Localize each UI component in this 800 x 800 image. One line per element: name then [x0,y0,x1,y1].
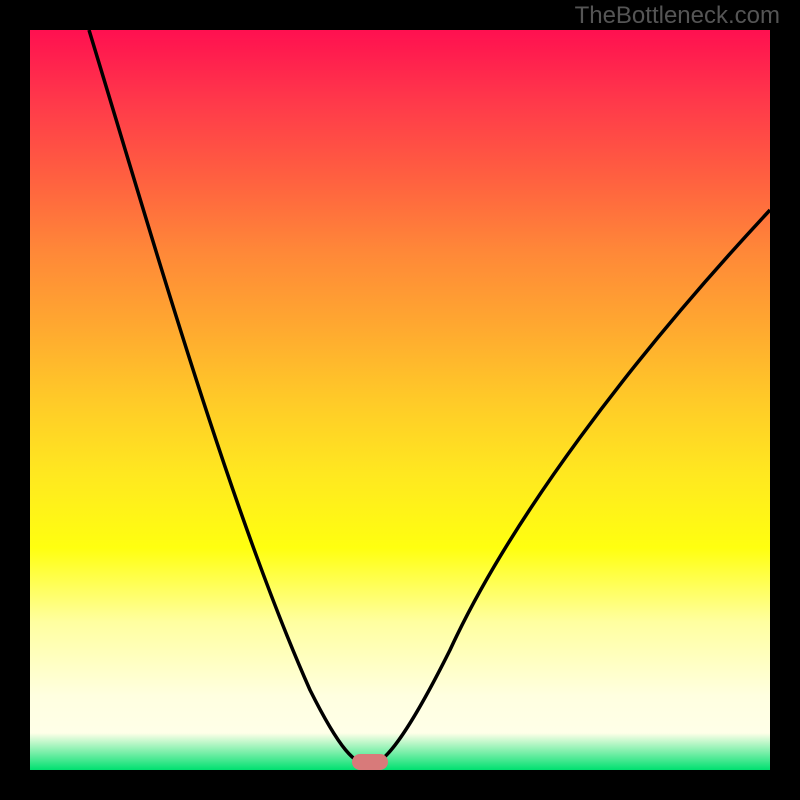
attribution-label: TheBottleneck.com [575,2,780,30]
optimal-marker [352,754,388,770]
bottleneck-chart [30,30,770,770]
bottleneck-curve-path [89,30,770,765]
curve-svg [30,30,770,770]
